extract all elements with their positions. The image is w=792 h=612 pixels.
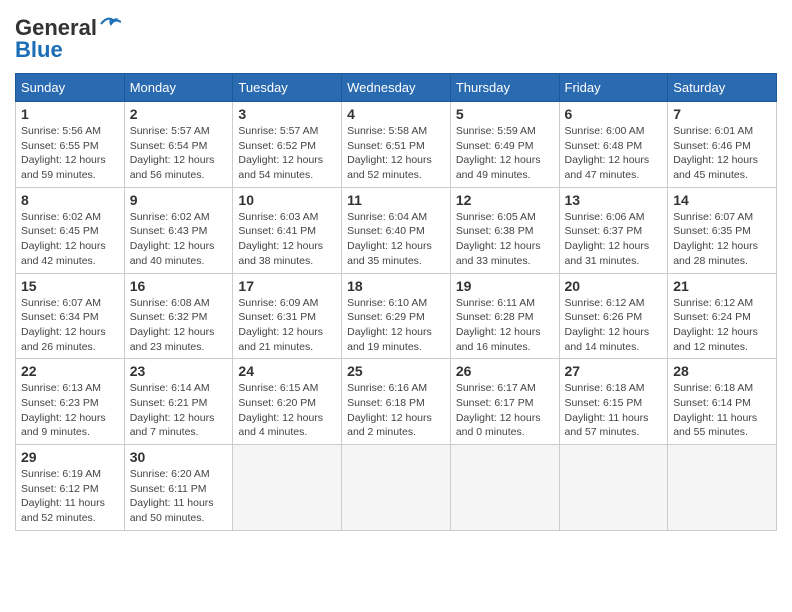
calendar-day-24: 24Sunrise: 6:15 AMSunset: 6:20 PMDayligh… xyxy=(233,359,342,445)
calendar-day-22: 22Sunrise: 6:13 AMSunset: 6:23 PMDayligh… xyxy=(16,359,125,445)
calendar-day-17: 17Sunrise: 6:09 AMSunset: 6:31 PMDayligh… xyxy=(233,273,342,359)
calendar-week-row: 15Sunrise: 6:07 AMSunset: 6:34 PMDayligh… xyxy=(16,273,777,359)
calendar-day-4: 4Sunrise: 5:58 AMSunset: 6:51 PMDaylight… xyxy=(342,102,451,188)
calendar-header-thursday: Thursday xyxy=(450,74,559,102)
calendar-day-6: 6Sunrise: 6:00 AMSunset: 6:48 PMDaylight… xyxy=(559,102,668,188)
calendar-day-1: 1Sunrise: 5:56 AMSunset: 6:55 PMDaylight… xyxy=(16,102,125,188)
calendar-day-2: 2Sunrise: 5:57 AMSunset: 6:54 PMDaylight… xyxy=(124,102,233,188)
calendar-day-3: 3Sunrise: 5:57 AMSunset: 6:52 PMDaylight… xyxy=(233,102,342,188)
calendar-day-30: 30Sunrise: 6:20 AMSunset: 6:11 PMDayligh… xyxy=(124,445,233,531)
calendar-header-tuesday: Tuesday xyxy=(233,74,342,102)
calendar-empty-cell xyxy=(559,445,668,531)
calendar-day-19: 19Sunrise: 6:11 AMSunset: 6:28 PMDayligh… xyxy=(450,273,559,359)
calendar-day-28: 28Sunrise: 6:18 AMSunset: 6:14 PMDayligh… xyxy=(668,359,777,445)
calendar-empty-cell xyxy=(668,445,777,531)
calendar-week-row: 22Sunrise: 6:13 AMSunset: 6:23 PMDayligh… xyxy=(16,359,777,445)
calendar-empty-cell xyxy=(233,445,342,531)
logo: General Blue xyxy=(15,15,121,63)
calendar-header-sunday: Sunday xyxy=(16,74,125,102)
calendar-day-18: 18Sunrise: 6:10 AMSunset: 6:29 PMDayligh… xyxy=(342,273,451,359)
calendar-day-12: 12Sunrise: 6:05 AMSunset: 6:38 PMDayligh… xyxy=(450,187,559,273)
calendar-header-saturday: Saturday xyxy=(668,74,777,102)
calendar-week-row: 1Sunrise: 5:56 AMSunset: 6:55 PMDaylight… xyxy=(16,102,777,188)
calendar-header-monday: Monday xyxy=(124,74,233,102)
calendar-empty-cell xyxy=(450,445,559,531)
calendar-day-13: 13Sunrise: 6:06 AMSunset: 6:37 PMDayligh… xyxy=(559,187,668,273)
calendar-week-row: 8Sunrise: 6:02 AMSunset: 6:45 PMDaylight… xyxy=(16,187,777,273)
page-header: General Blue xyxy=(15,15,777,63)
calendar-day-29: 29Sunrise: 6:19 AMSunset: 6:12 PMDayligh… xyxy=(16,445,125,531)
calendar-day-25: 25Sunrise: 6:16 AMSunset: 6:18 PMDayligh… xyxy=(342,359,451,445)
calendar-header-friday: Friday xyxy=(559,74,668,102)
calendar-day-8: 8Sunrise: 6:02 AMSunset: 6:45 PMDaylight… xyxy=(16,187,125,273)
calendar-empty-cell xyxy=(342,445,451,531)
calendar-day-20: 20Sunrise: 6:12 AMSunset: 6:26 PMDayligh… xyxy=(559,273,668,359)
calendar-table: SundayMondayTuesdayWednesdayThursdayFrid… xyxy=(15,73,777,531)
calendar-day-26: 26Sunrise: 6:17 AMSunset: 6:17 PMDayligh… xyxy=(450,359,559,445)
logo-bird-icon xyxy=(99,14,121,34)
calendar-day-11: 11Sunrise: 6:04 AMSunset: 6:40 PMDayligh… xyxy=(342,187,451,273)
calendar-week-row: 29Sunrise: 6:19 AMSunset: 6:12 PMDayligh… xyxy=(16,445,777,531)
calendar-day-10: 10Sunrise: 6:03 AMSunset: 6:41 PMDayligh… xyxy=(233,187,342,273)
calendar-day-15: 15Sunrise: 6:07 AMSunset: 6:34 PMDayligh… xyxy=(16,273,125,359)
calendar-day-16: 16Sunrise: 6:08 AMSunset: 6:32 PMDayligh… xyxy=(124,273,233,359)
calendar-day-14: 14Sunrise: 6:07 AMSunset: 6:35 PMDayligh… xyxy=(668,187,777,273)
calendar-header-wednesday: Wednesday xyxy=(342,74,451,102)
calendar-body: 1Sunrise: 5:56 AMSunset: 6:55 PMDaylight… xyxy=(16,102,777,531)
calendar-day-21: 21Sunrise: 6:12 AMSunset: 6:24 PMDayligh… xyxy=(668,273,777,359)
calendar-day-9: 9Sunrise: 6:02 AMSunset: 6:43 PMDaylight… xyxy=(124,187,233,273)
calendar-day-27: 27Sunrise: 6:18 AMSunset: 6:15 PMDayligh… xyxy=(559,359,668,445)
calendar-day-7: 7Sunrise: 6:01 AMSunset: 6:46 PMDaylight… xyxy=(668,102,777,188)
logo-blue: Blue xyxy=(15,37,63,63)
calendar-day-23: 23Sunrise: 6:14 AMSunset: 6:21 PMDayligh… xyxy=(124,359,233,445)
calendar-header-row: SundayMondayTuesdayWednesdayThursdayFrid… xyxy=(16,74,777,102)
calendar-day-5: 5Sunrise: 5:59 AMSunset: 6:49 PMDaylight… xyxy=(450,102,559,188)
